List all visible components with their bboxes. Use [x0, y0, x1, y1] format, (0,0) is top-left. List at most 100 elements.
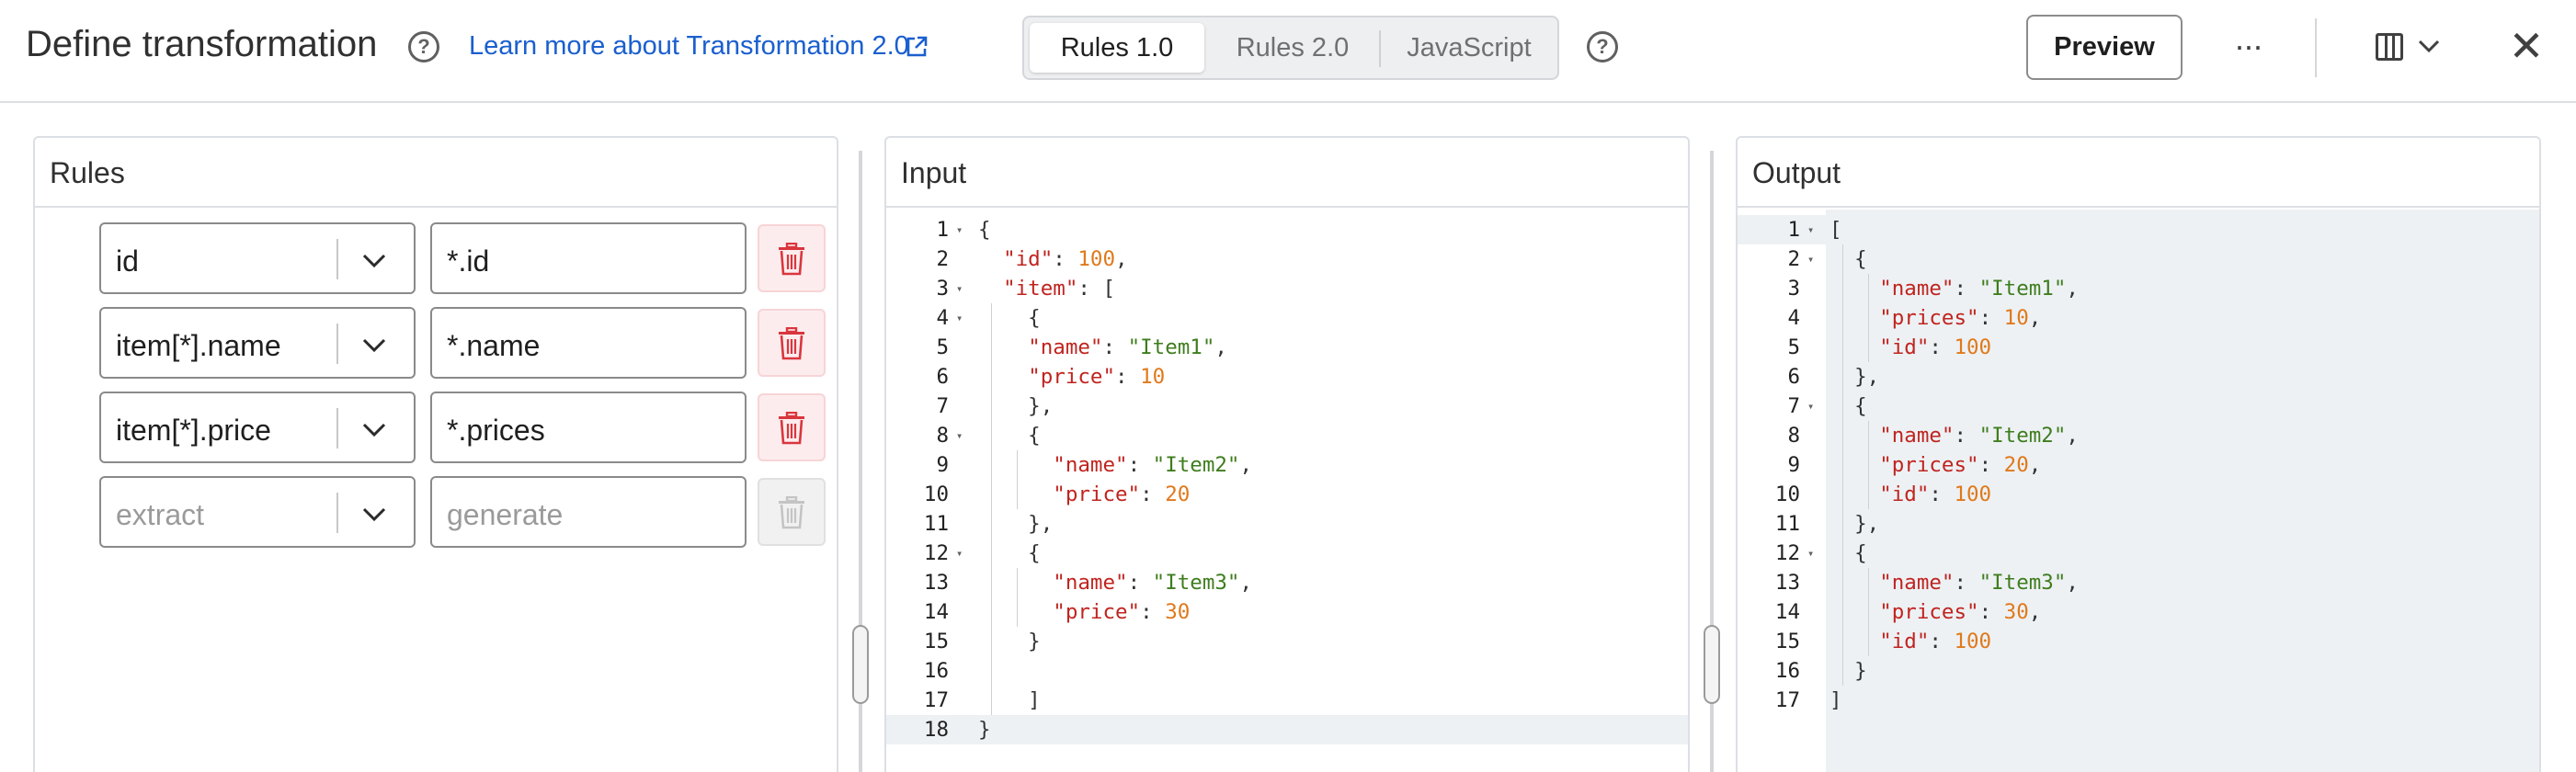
learn-more-link[interactable]: Learn more about Transformation 2.0 [469, 31, 909, 62]
code-text: "name": "Item3", [1879, 571, 2079, 595]
delete-rule-button[interactable] [758, 309, 826, 377]
output-panel-header: Output [1738, 138, 2539, 208]
fold-toggle-icon[interactable]: ▾ [1807, 392, 1814, 421]
code-text: "name": "Item2", [1879, 424, 2079, 448]
delete-rule-button[interactable] [758, 224, 826, 292]
fold-toggle-icon[interactable]: ▾ [956, 303, 963, 333]
line-number: 7 [1787, 394, 1800, 418]
code-line: 3 ▾ "item": [ [886, 274, 1688, 303]
line-number: 1 [936, 218, 949, 242]
code-line: 10 "id": 100 [1738, 480, 2539, 509]
code-text: "id": 100 [1879, 630, 1992, 653]
fold-toggle-icon[interactable]: ▾ [1807, 215, 1814, 244]
generate-input[interactable]: *.id [430, 222, 747, 294]
line-number: 8 [936, 424, 949, 448]
code-text: { [978, 306, 1041, 330]
code-text: ] [978, 688, 1041, 712]
code-line: 17 ] [886, 686, 1688, 715]
code-text: "prices": 30, [1879, 600, 2042, 624]
chevron-down-icon[interactable] [359, 329, 390, 360]
code-line: 11 }, [1738, 509, 2539, 539]
fold-toggle-icon[interactable]: ▾ [956, 539, 963, 568]
delete-rule-button[interactable] [758, 393, 826, 461]
fold-toggle-icon[interactable]: ▾ [956, 421, 963, 450]
generate-input[interactable]: generate [430, 476, 747, 548]
page-title: Define transformation [26, 24, 378, 64]
code-line: 6 "price": 10 [886, 362, 1688, 392]
line-number: 5 [936, 335, 949, 359]
extract-select[interactable]: item[*].price [99, 392, 416, 463]
fold-toggle-icon[interactable]: ▾ [956, 215, 963, 244]
code-line: 5 "id": 100 [1738, 333, 2539, 362]
output-panel: Output 1 ▾[2 ▾ {3 "name": "Item1", 4 "price… [1736, 136, 2541, 772]
rule-row: id *.id [99, 222, 837, 294]
code-line: 11 }, [886, 509, 1688, 539]
layout-columns-icon[interactable] [2376, 33, 2403, 61]
extract-select[interactable]: id [99, 222, 416, 294]
code-line: 1 ▾ { [886, 215, 1688, 244]
close-icon[interactable]: ✕ [2508, 22, 2545, 70]
input-panel: Input 1 ▾ {2 "id": 100, 3 ▾ "item": [4 ▾ {5 "… [884, 136, 1690, 772]
code-line: 8 ▾ { [886, 421, 1688, 450]
line-number: 5 [1787, 335, 1800, 359]
input-editor[interactable]: 1 ▾ {2 "id": 100, 3 ▾ "item": [4 ▾ {5 "name":… [886, 210, 1688, 772]
code-text: { [978, 541, 1041, 565]
code-text: "name": "Item2", [1053, 453, 1253, 477]
code-text: ] [1829, 688, 1842, 712]
code-text: }, [1829, 365, 1880, 389]
code-text: }, [978, 512, 1054, 536]
resize-handle[interactable] [1704, 625, 1720, 704]
line-number: 18 [923, 718, 949, 742]
code-line: 17] [1738, 686, 2539, 715]
code-line: 15 } [886, 627, 1688, 656]
code-text: } [978, 718, 991, 742]
generate-value: generate [447, 498, 564, 531]
line-number: 13 [923, 571, 949, 595]
chevron-down-icon[interactable] [359, 414, 390, 445]
line-number: 7 [936, 394, 949, 418]
tab-rules-1[interactable]: Rules 1.0 [1030, 23, 1204, 73]
tab-javascript[interactable]: JavaScript [1385, 23, 1554, 73]
rule-row: extract generate [99, 476, 837, 548]
resize-handle[interactable] [852, 625, 869, 704]
extract-select[interactable]: item[*].name [99, 307, 416, 379]
code-line: 5 "name": "Item1", [886, 333, 1688, 362]
line-number: 1 [1787, 218, 1800, 242]
code-text: "id": 100 [1879, 335, 1992, 359]
code-line: 13 "name": "Item3", [1738, 568, 2539, 597]
code-text: { [1829, 541, 1867, 565]
fold-toggle-icon[interactable]: ▾ [1807, 244, 1814, 274]
rules-panel: Rules id *.id item[*].name *.name item[*].pr… [33, 136, 838, 772]
line-number: 9 [1787, 453, 1800, 477]
fold-toggle-icon[interactable]: ▾ [1807, 539, 1814, 568]
line-number: 12 [1774, 541, 1800, 565]
code-text: [ [1829, 218, 1842, 242]
code-line: 6 }, [1738, 362, 2539, 392]
mode-help-icon[interactable]: ? [1587, 31, 1618, 62]
line-number: 16 [1774, 659, 1800, 683]
code-text: }, [1829, 512, 1880, 536]
external-link-icon[interactable] [905, 35, 929, 59]
more-options-icon[interactable]: ··· [2227, 20, 2269, 72]
output-panel-title: Output [1752, 156, 1841, 189]
chevron-down-icon[interactable] [359, 498, 390, 529]
fold-toggle-icon[interactable]: ▾ [956, 274, 963, 303]
extract-value: id [116, 244, 139, 278]
generate-input[interactable]: *.name [430, 307, 747, 379]
line-number: 13 [1774, 571, 1800, 595]
trash-icon [779, 496, 804, 529]
line-number: 9 [936, 453, 949, 477]
delete-rule-button[interactable] [758, 478, 826, 546]
extract-select[interactable]: extract [99, 476, 416, 548]
chevron-down-icon[interactable] [359, 244, 390, 276]
preview-button[interactable]: Preview [2026, 15, 2183, 80]
chevron-down-icon[interactable] [2414, 31, 2444, 61]
code-line: 4 ▾ { [886, 303, 1688, 333]
header-divider [2315, 18, 2317, 77]
code-text: } [978, 630, 1041, 653]
help-icon[interactable]: ? [408, 31, 439, 62]
trash-icon [779, 327, 804, 360]
generate-input[interactable]: *.prices [430, 392, 747, 463]
tab-rules-2[interactable]: Rules 2.0 [1210, 23, 1375, 73]
code-text: }, [978, 394, 1054, 418]
